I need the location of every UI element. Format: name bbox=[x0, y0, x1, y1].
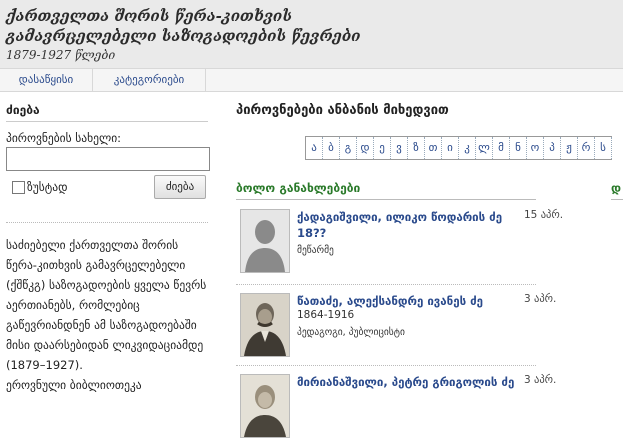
recent-entry: წათაძე, ალექსანდრე ივანეს ძე 3 აპრ. 1864… bbox=[236, 287, 556, 357]
divider bbox=[236, 199, 536, 200]
recent-entry: მირიანაშვილი, პეტრე გრიგოლის ძე 3 აპრ. bbox=[236, 368, 556, 438]
alphabet-letter[interactable]: ე bbox=[374, 137, 391, 159]
library-credit: ეროვნული ბიბლიოთეკა bbox=[6, 378, 142, 392]
entry-name-link[interactable]: ქადაგიშვილი, ილიკო წოდარის ძე 18?? bbox=[297, 209, 522, 241]
alphabet-letter[interactable]: ბ bbox=[323, 137, 340, 159]
entry-date: 15 აპრ. bbox=[524, 209, 564, 221]
person-photo[interactable] bbox=[240, 293, 290, 357]
recent-updates-heading: ბოლო განახლებები bbox=[236, 181, 361, 195]
alphabet-letter[interactable]: კ bbox=[459, 137, 476, 159]
name-search-input[interactable] bbox=[6, 147, 210, 171]
name-field-label: პიროვნების სახელი: bbox=[6, 131, 122, 145]
exact-match-label: ზუსტად bbox=[27, 180, 68, 194]
entry-years: 18?? bbox=[297, 226, 327, 240]
alphabet-heading: პიროვნებები ანბანის მიხედვით bbox=[236, 103, 449, 118]
alphabet-letter[interactable]: ნ bbox=[510, 137, 527, 159]
site-title-line2: გამავრცელებელი საზოგადოების წევრები bbox=[6, 27, 361, 45]
divider bbox=[6, 121, 208, 122]
entry-years: 1864-1916 bbox=[297, 309, 355, 321]
site-title-line1: ქართველთა შორის წერა-კითხვის bbox=[6, 7, 293, 25]
divider bbox=[611, 199, 623, 200]
alphabet-letter[interactable]: ლ bbox=[476, 137, 493, 159]
search-heading: ძიება bbox=[6, 103, 40, 117]
alphabet-letter[interactable]: ზ bbox=[408, 137, 425, 159]
alphabet-letter[interactable]: ო bbox=[527, 137, 544, 159]
sidebar: ძიება პიროვნების სახელი: ზუსტად ძიება სა… bbox=[0, 91, 217, 403]
site-description: საძიებელი ქართველთა შორის წერა-კითხვის გ… bbox=[6, 238, 207, 372]
alphabet-letter[interactable]: ჟ bbox=[561, 137, 578, 159]
alphabet-letter[interactable]: თ bbox=[425, 137, 442, 159]
main-content: პიროვნებები ანბანის მიხედვით ა ბ გ დ ე ვ… bbox=[218, 91, 623, 438]
alphabet-letter[interactable]: მ bbox=[493, 137, 510, 159]
alphabet-letter[interactable]: ვ bbox=[391, 137, 408, 159]
right-column-heading: დ bbox=[611, 181, 622, 195]
entry-name[interactable]: მირიანაშვილი, პეტრე გრიგოლის ძე bbox=[297, 374, 522, 390]
person-placeholder-image[interactable] bbox=[240, 209, 290, 273]
site-years: 1879-1927 წლები bbox=[6, 48, 116, 62]
alphabet-letter[interactable]: გ bbox=[340, 137, 357, 159]
entry-category: პედაგოგი, პუბლიცისტი bbox=[297, 327, 405, 338]
alphabet-index: ა ბ გ დ ე ვ ზ თ ი კ ლ მ ნ ო პ ჟ რ ს bbox=[305, 136, 612, 160]
divider bbox=[6, 222, 208, 223]
recent-entry: ქადაგიშვილი, ილიკო წოდარის ძე 18?? 15 აპ… bbox=[236, 203, 563, 273]
entry-category: მეწარმე bbox=[297, 245, 334, 256]
alphabet-letter[interactable]: პ bbox=[544, 137, 561, 159]
nav-item-home[interactable]: დასაწყისი bbox=[0, 69, 93, 91]
nav-item-categories[interactable]: კატეგორიები bbox=[93, 69, 206, 91]
person-photo[interactable] bbox=[240, 374, 290, 438]
divider bbox=[236, 365, 536, 366]
alphabet-letter[interactable]: ი bbox=[442, 137, 459, 159]
entry-name[interactable]: წათაძე, ალექსანდრე ივანეს ძე bbox=[297, 293, 522, 309]
search-button[interactable]: ძიება bbox=[154, 175, 206, 199]
site-title[interactable]: ქართველთა შორის წერა-კითხვის გამავრცელებ… bbox=[6, 6, 360, 46]
site-header: ქართველთა შორის წერა-კითხვის გამავრცელებ… bbox=[0, 0, 623, 68]
entry-name: ქადაგიშვილი, ილიკო წოდარის ძე bbox=[297, 210, 503, 224]
entry-date: 3 აპრ. bbox=[524, 374, 557, 386]
entry-date: 3 აპრ. bbox=[524, 293, 557, 305]
alphabet-letter[interactable]: ს bbox=[595, 137, 612, 159]
main-nav: დასაწყისი კატეგორიები bbox=[0, 68, 623, 92]
alphabet-letter[interactable]: ა bbox=[306, 137, 323, 159]
alphabet-letter[interactable]: დ bbox=[357, 137, 374, 159]
exact-match-checkbox[interactable] bbox=[12, 181, 25, 194]
divider bbox=[236, 284, 536, 285]
alphabet-letter[interactable]: რ bbox=[578, 137, 595, 159]
